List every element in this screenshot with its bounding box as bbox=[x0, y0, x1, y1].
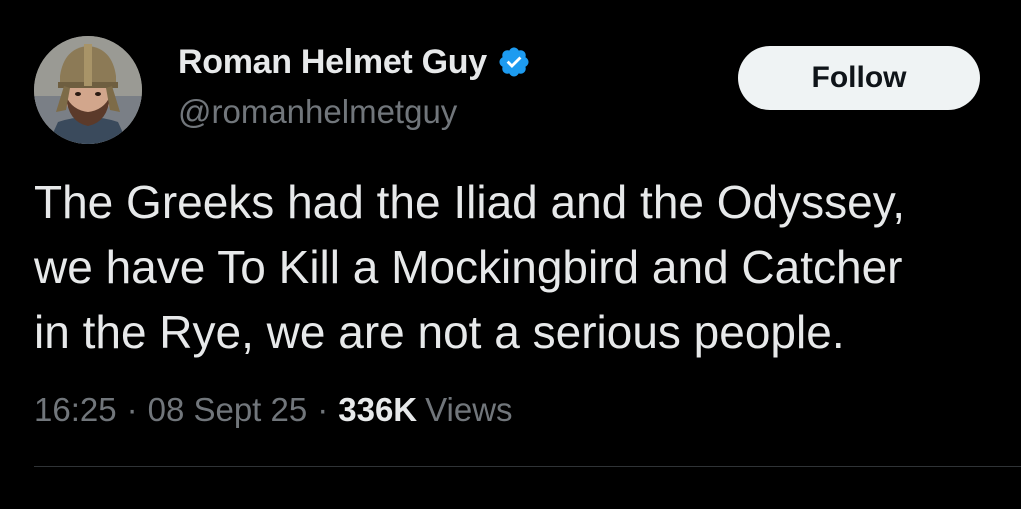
divider bbox=[34, 466, 1021, 467]
tweet-time[interactable]: 16:25 bbox=[34, 391, 117, 429]
tweet-text-line: in the Rye, we are not a serious people. bbox=[34, 306, 845, 358]
tweet-text-line: we have To Kill a Mockingbird and Catche… bbox=[34, 241, 903, 293]
meta-separator: · bbox=[317, 391, 329, 428]
avatar[interactable] bbox=[34, 36, 142, 144]
tweet-card: Roman Helmet Guy @romanhelmetguy Follow … bbox=[0, 0, 1021, 509]
meta-separator: · bbox=[126, 391, 138, 428]
views-count[interactable]: 336K bbox=[338, 391, 417, 429]
tweet-meta: 16:25 · 08 Sept 25 · 336K Views bbox=[34, 388, 513, 432]
avatar-image bbox=[34, 36, 142, 144]
name-row: Roman Helmet Guy bbox=[178, 42, 531, 82]
verified-badge-icon[interactable] bbox=[497, 45, 531, 79]
tweet-date[interactable]: 08 Sept 25 bbox=[148, 391, 308, 429]
follow-button[interactable]: Follow bbox=[738, 46, 980, 110]
tweet-text: The Greeks had the Iliad and the Odyssey… bbox=[34, 170, 1009, 365]
tweet-text-line: The Greeks had the Iliad and the Odyssey… bbox=[34, 176, 906, 228]
user-handle[interactable]: @romanhelmetguy bbox=[178, 93, 457, 131]
views-label: Views bbox=[425, 391, 513, 428]
display-name[interactable]: Roman Helmet Guy bbox=[178, 43, 487, 82]
